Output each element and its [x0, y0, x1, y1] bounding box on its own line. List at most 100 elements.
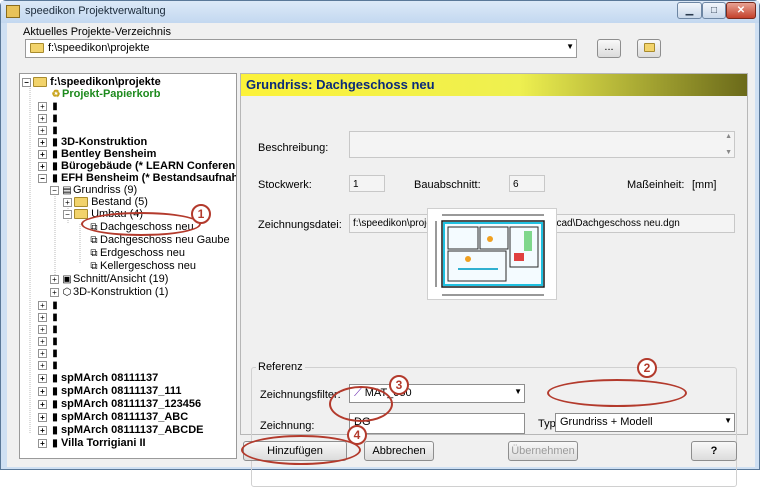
collapse-icon[interactable]: − [38, 173, 47, 183]
filter-label: Zeichnungsfilter: [260, 389, 341, 401]
detail-panel: Grundriss: Dachgeschoss neu Beschreibung… [240, 73, 748, 487]
expand-icon[interactable]: + [38, 399, 47, 409]
app-icon [6, 5, 20, 18]
tree-item-spmarch[interactable]: + ▮ spMArch 08111137 [38, 372, 158, 385]
project-icon: ▮ [52, 399, 58, 410]
uebernehmen-button[interactable]: Übernehmen [508, 441, 578, 461]
project-icon: ▮ [52, 386, 58, 397]
expand-icon[interactable]: + [38, 336, 47, 346]
tree-item-label: Erdgeschoss neu [100, 247, 185, 259]
expand-icon[interactable]: + [38, 312, 47, 322]
zeichnung-label: Zeichnung: [260, 420, 315, 432]
minimize-button[interactable]: ▁ [677, 2, 702, 19]
tree-item-label: EFH Bensheim (* Bestandsaufnah [61, 172, 237, 184]
bauabschnitt-field: 6 [509, 175, 545, 192]
expand-icon[interactable]: + [38, 438, 47, 448]
expand-icon[interactable]: + [38, 425, 47, 435]
referenz-label: Referenz [256, 361, 305, 373]
tree-item-spmarch-abcde[interactable]: + ▮ spMArch 08111137_ABCDE [38, 424, 203, 437]
project-tree[interactable]: − f:\speedikon\projekte ♻ Projekt-Papierk… [19, 73, 237, 459]
help-button[interactable]: ? [691, 441, 737, 461]
tree-item-spmarch-123456[interactable]: + ▮ spMArch 08111137_123456 [38, 398, 201, 411]
tree-item-erdgeschoss[interactable]: ⧉ Erdgeschoss neu [88, 247, 185, 260]
edit-folder-button[interactable] [637, 39, 661, 58]
annotation-ring-4 [241, 435, 361, 465]
window-title: speedikon Projektverwaltung [25, 5, 166, 17]
tree-item-dachgeschoss-gaube[interactable]: ⧉ Dachgeschoss neu Gaube [88, 234, 230, 247]
expand-icon[interactable]: + [50, 274, 59, 284]
stockwerk-label: Stockwerk: [258, 179, 312, 191]
expand-icon[interactable]: + [38, 101, 47, 111]
stockwerk-field: 1 [349, 175, 385, 192]
annotation-number-4: 4 [347, 425, 367, 445]
tree-item-label: Dachgeschoss neu Gaube [100, 234, 230, 246]
expand-icon[interactable]: + [38, 348, 47, 358]
bauabschnitt-label: Bauabschnitt: [414, 179, 481, 191]
maximize-button[interactable]: □ [702, 2, 726, 19]
tree-item-label: Bürogebäude (* LEARN Conferen [61, 160, 236, 172]
tree-item-villa[interactable]: + ▮ Villa Torrigiani II [38, 437, 146, 450]
expand-icon[interactable]: + [38, 125, 47, 135]
tree-item-label: Schnitt/Ansicht (19) [73, 273, 169, 285]
collapse-icon[interactable]: − [63, 209, 72, 219]
tree-item-schnitt[interactable]: + ▣Schnitt/Ansicht (19) [50, 273, 168, 286]
expand-icon[interactable]: + [38, 300, 47, 310]
tree-item-spmarch-111[interactable]: + ▮ spMArch 08111137_111 [38, 385, 182, 398]
expand-icon[interactable]: + [38, 412, 47, 422]
folder-icon [30, 43, 44, 53]
beschreibung-field[interactable]: ▲ ▼ [349, 131, 735, 158]
tree-item-label: spMArch 08111137_123456 [61, 398, 202, 410]
scroll-down-icon[interactable]: ▼ [725, 149, 732, 156]
drawing-preview [427, 208, 557, 300]
chevron-down-icon[interactable]: ▼ [514, 387, 522, 396]
annotation-ring-3 [329, 386, 393, 422]
tree-item-label: f:\speedikon\projekte [50, 76, 161, 88]
app-window: speedikon Projektverwaltung ▁ □ ✕ Aktuel… [0, 0, 760, 487]
expand-icon[interactable]: + [38, 386, 47, 396]
dialog-client: Aktuelles Projekte-Verzeichnis f:\speedi… [7, 23, 755, 487]
project-icon: ▮ [52, 438, 58, 449]
detail-header: Grundriss: Dachgeschoss neu [241, 74, 747, 96]
drawing-icon: ⧉ [90, 248, 98, 259]
annotation-number-1: 1 [191, 204, 211, 224]
project-dir-combo[interactable]: f:\speedikon\projekte ▼ [25, 39, 577, 58]
chevron-down-icon[interactable]: ▼ [566, 42, 574, 51]
annotation-number-2: 2 [637, 358, 657, 378]
expand-icon[interactable]: + [38, 161, 47, 171]
project-dir-label: Aktuelles Projekte-Verzeichnis [23, 26, 171, 38]
masseinheit-value: [mm] [692, 179, 717, 191]
section-icon: ▣ [62, 274, 72, 285]
masseinheit-label: Maßeinheit: [627, 179, 685, 191]
tree-item-label: spMArch 08111137_ABC [61, 411, 189, 423]
tree-item-label: Projekt-Papierkorb [62, 88, 161, 100]
tree-item-spmarch-abc[interactable]: + ▮ spMArch 08111137_ABC [38, 411, 188, 424]
project-icon: ▮ [52, 373, 58, 384]
annotation-number-3: 3 [389, 375, 409, 395]
typ-combo[interactable]: Grundriss + Modell ▼ [555, 413, 735, 432]
beschreibung-label: Beschreibung: [258, 142, 329, 154]
collapse-icon[interactable]: − [50, 185, 59, 195]
browse-button[interactable]: ... [597, 39, 621, 58]
tree-item-label: Kellergeschoss neu [100, 260, 197, 272]
tree-item[interactable]: + ▮ [38, 359, 61, 372]
close-button[interactable]: ✕ [726, 2, 756, 19]
tree-item-3d[interactable]: + ⬡ 3D-Konstruktion (1) [50, 286, 168, 299]
expand-icon[interactable]: + [38, 360, 47, 370]
collapse-icon[interactable]: − [22, 77, 31, 87]
tree-item-trash[interactable]: ♻ Projekt-Papierkorb [50, 88, 161, 101]
expand-icon[interactable]: + [38, 373, 47, 383]
tree-item-label: spMArch 08111137 [61, 372, 159, 384]
expand-icon[interactable]: + [38, 149, 47, 159]
project-dir-value: f:\speedikon\projekte [48, 42, 150, 54]
tree-item-label: Bestand (5) [91, 196, 148, 208]
expand-icon[interactable]: + [50, 287, 59, 297]
tree-item-label: Bentley Bensheim [61, 148, 157, 160]
expand-icon[interactable]: + [38, 324, 47, 334]
tree-item-kellergeschoss[interactable]: ⧉ Kellergeschoss neu [88, 260, 196, 273]
expand-icon[interactable]: + [38, 113, 47, 123]
chevron-down-icon[interactable]: ▼ [724, 416, 732, 425]
abbrechen-button[interactable]: Abbrechen [364, 441, 434, 461]
expand-icon[interactable]: + [63, 197, 72, 207]
expand-icon[interactable]: + [38, 137, 47, 147]
scroll-up-icon[interactable]: ▲ [725, 133, 732, 140]
